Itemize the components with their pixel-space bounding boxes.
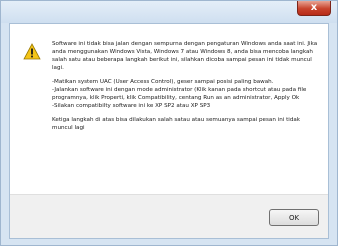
dialog-client-area: Software ini tidak bisa jalan dengan sem… (9, 23, 329, 239)
message-step-1: -Matikan system UAC (User Access Control… (52, 79, 274, 85)
ok-button[interactable]: OK (269, 209, 319, 226)
message-area: Software ini tidak bisa jalan dengan sem… (10, 24, 328, 194)
message-paragraph-closing: Ketiga langkah di atas bisa dilakukan sa… (52, 117, 301, 131)
close-button[interactable]: x (297, 1, 331, 16)
warning-icon (23, 43, 41, 60)
title-bar[interactable]: x (1, 1, 337, 23)
message-paragraph-intro: Software ini tidak bisa jalan dengan sem… (52, 41, 318, 71)
message-step-2: -Jalankan software ini dengan mode admin… (52, 87, 307, 101)
message-text: Software ini tidak bisa jalan dengan sem… (52, 40, 320, 138)
dialog-window: x Software ini tidak bisa jalan dengan s… (0, 0, 338, 246)
button-bar: OK (10, 194, 328, 238)
message-step-3: -Silakan compatibilty software ini ke XP… (52, 103, 211, 109)
close-icon: x (310, 2, 318, 13)
